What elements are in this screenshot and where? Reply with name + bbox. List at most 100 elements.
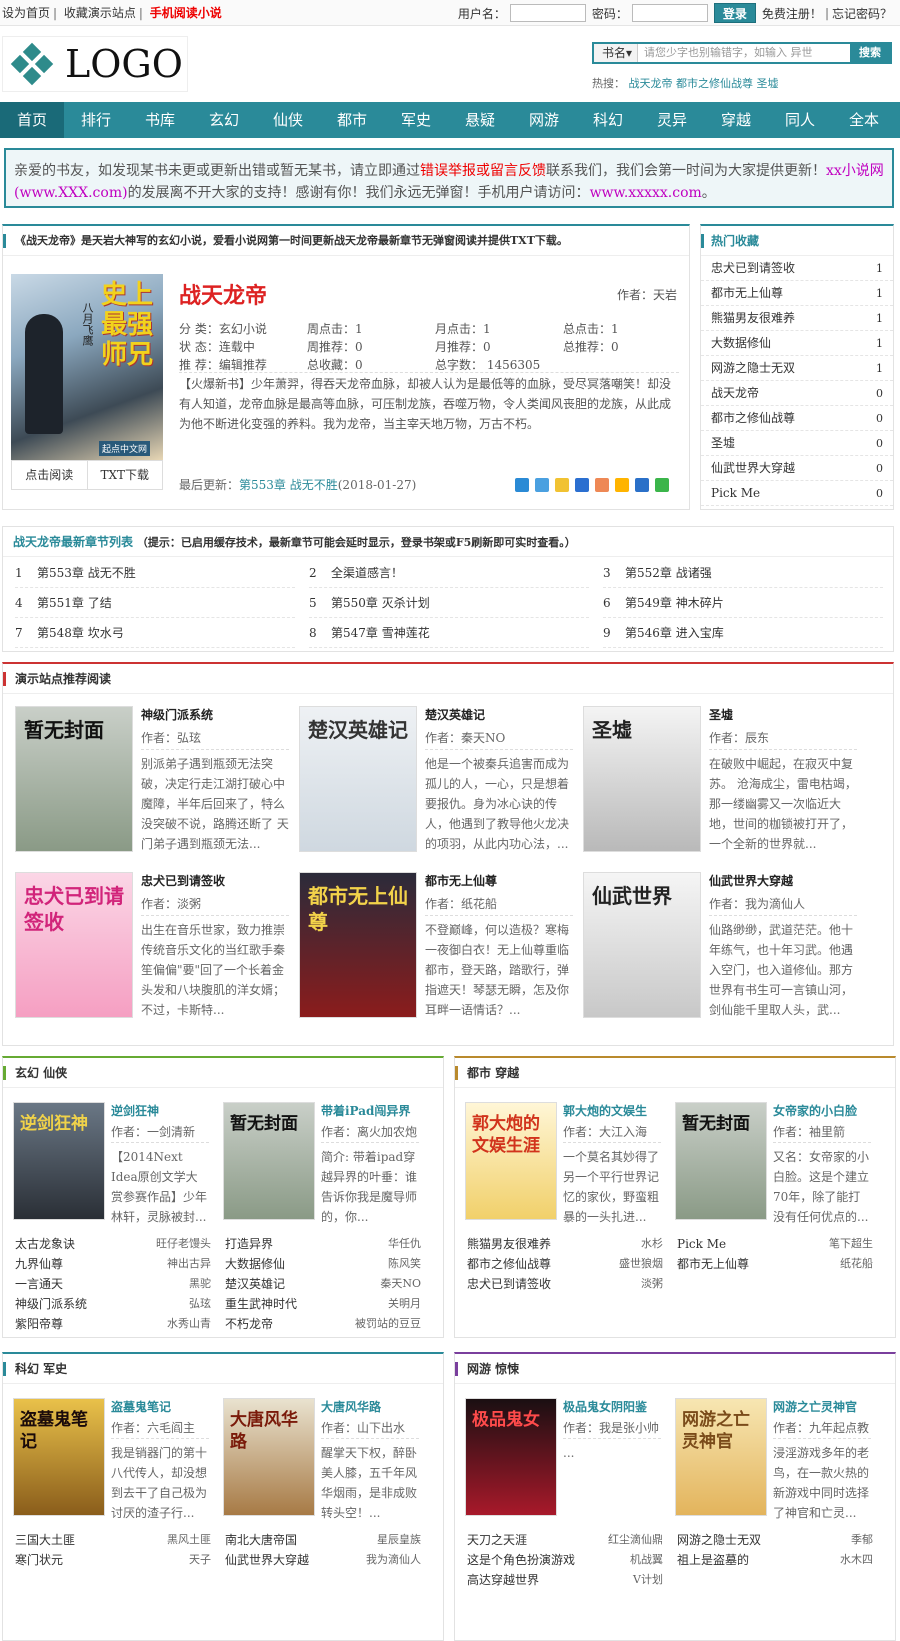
hot-favorite-name[interactable]: 圣墟 (711, 431, 735, 455)
book-name[interactable]: 忠犬已到请签收 (141, 872, 289, 889)
nav-item[interactable]: 书库 (128, 102, 192, 138)
search-type-select[interactable]: 书名▾ (594, 44, 638, 62)
book-name[interactable]: 仙武世界大穿越 (709, 872, 857, 889)
password-input[interactable] (631, 4, 708, 22)
list-book-link[interactable]: 楚汉英雄记 (225, 1274, 285, 1294)
book-cover[interactable]: 史上最强师兄 八月飞鹰 起点中文网 (11, 274, 163, 460)
book-cover[interactable]: 大唐风华路 (223, 1398, 315, 1516)
txt-download-button[interactable]: TXT下载 (88, 461, 163, 489)
hot-favorite-item[interactable]: 仙武世界大穿越 0 (701, 456, 893, 481)
hot-favorite-item[interactable]: 圣墟 0 (701, 431, 893, 456)
share-wechat-icon[interactable] (655, 478, 669, 492)
hot-favorite-name[interactable]: 战天龙帝 (711, 381, 759, 405)
chapter-link[interactable]: 第546章 进入宝库 (625, 626, 724, 640)
hot-favorite-name[interactable]: 忠犬已到请签收 (711, 256, 795, 280)
chapter-item[interactable]: 3 第552章 战诸强 (603, 559, 883, 588)
username-input[interactable] (509, 4, 586, 22)
mobile-read-link[interactable]: 手机阅读小说 (150, 6, 222, 20)
nav-item[interactable]: 排行 (64, 102, 128, 138)
book-name[interactable]: 女帝家的小白脸 (773, 1102, 871, 1119)
list-book-link[interactable]: 紫阳帝尊 (15, 1314, 63, 1334)
chapter-link[interactable]: 第550章 灭杀计划 (331, 596, 430, 610)
nav-item[interactable]: 悬疑 (448, 102, 512, 138)
nav-item[interactable]: 都市 (320, 102, 384, 138)
book-name[interactable]: 逆剑狂神 (111, 1102, 209, 1119)
search-button[interactable]: 搜索 (850, 44, 890, 62)
favorite-site-link[interactable]: 收藏演示站点 (64, 6, 136, 20)
list-book-link[interactable]: 高达穿越世界 (467, 1570, 539, 1590)
chapter-item[interactable]: 7 第548章 坎水弓 (15, 619, 295, 648)
hot-favorite-item[interactable]: 网游之隐士无双 1 (701, 356, 893, 381)
hot-search-item[interactable]: 圣墟 (757, 77, 779, 90)
share-baidu-icon[interactable] (575, 478, 589, 492)
nav-item[interactable]: 首页 (0, 102, 64, 138)
share-qq-icon[interactable] (555, 478, 569, 492)
book-cover[interactable]: 逆剑狂神 (13, 1102, 105, 1220)
book-name[interactable]: 极品鬼女阴阳鉴 (563, 1398, 661, 1415)
chapter-link[interactable]: 全渠道感言！ (331, 566, 403, 580)
book-name[interactable]: 网游之亡灵神官 (773, 1398, 871, 1415)
list-book-link[interactable]: 南北大唐帝国 (225, 1530, 297, 1550)
nav-item[interactable]: 仙侠 (256, 102, 320, 138)
nav-item[interactable]: 全本 (832, 102, 896, 138)
chapter-link[interactable]: 第553章 战无不胜 (37, 566, 136, 580)
set-home-link[interactable]: 设为首页 (2, 6, 50, 20)
hot-favorite-name[interactable]: 仙武世界大穿越 (711, 456, 795, 480)
chapter-item[interactable]: 1 第553章 战无不胜 (15, 559, 295, 588)
hot-favorite-name[interactable]: 都市无上仙尊 (711, 281, 783, 305)
mobile-url-link[interactable]: www.xxxxx.com (590, 185, 702, 201)
list-book-link[interactable]: 网游之隐士无双 (677, 1530, 761, 1550)
list-book-link[interactable]: 不朽龙帝 (225, 1314, 273, 1334)
hot-favorite-item[interactable]: 都市无上仙尊 1 (701, 281, 893, 306)
chapter-link[interactable]: 第551章 了结 (37, 596, 112, 610)
site-logo[interactable]: LOGO (2, 36, 188, 92)
book-cover[interactable]: 圣墟 (583, 706, 701, 852)
report-link[interactable]: 错误举报或留言反馈 (420, 163, 546, 179)
list-book-link[interactable]: 都市无上仙尊 (677, 1254, 749, 1274)
book-name[interactable]: 楚汉英雄记 (425, 706, 573, 723)
chapter-item[interactable]: 5 第550章 灭杀计划 (309, 589, 589, 618)
share-plus-icon[interactable] (515, 478, 529, 492)
chapter-link[interactable]: 第552章 战诸强 (625, 566, 712, 580)
book-cover[interactable]: 暂无封面 (15, 706, 133, 852)
list-book-link[interactable]: 打造异界 (225, 1234, 273, 1254)
book-name[interactable]: 盗墓鬼笔记 (111, 1398, 209, 1415)
list-book-link[interactable]: 祖上是盗墓的 (677, 1550, 749, 1570)
book-name[interactable]: 神级门派系统 (141, 706, 289, 723)
list-book-link[interactable]: 都市之修仙战尊 (467, 1254, 551, 1274)
hot-favorite-item[interactable]: 熊猫男友很难养 1 (701, 306, 893, 331)
chapter-link[interactable]: 第547章 雪神莲花 (331, 626, 430, 640)
chapter-item[interactable]: 2 全渠道感言！ (309, 559, 589, 588)
hot-favorite-name[interactable]: Pick Me (711, 481, 760, 505)
forgot-password-link[interactable]: 忘记密码？ (832, 5, 892, 22)
list-book-link[interactable]: 太古龙象诀 (15, 1234, 75, 1254)
chapter-item[interactable]: 9 第546章 进入宝库 (603, 619, 883, 648)
list-book-link[interactable]: 大数据修仙 (225, 1254, 285, 1274)
nav-item[interactable]: 穿越 (704, 102, 768, 138)
read-button[interactable]: 点击阅读 (12, 461, 88, 489)
book-cover[interactable]: 忠犬已到请签收 (15, 872, 133, 1018)
hot-favorite-name[interactable]: 网游之隐士无双 (711, 356, 795, 380)
share-renren-icon[interactable] (635, 478, 649, 492)
book-name[interactable]: 圣墟 (709, 706, 857, 723)
hot-favorite-item[interactable]: Pick Me 0 (701, 481, 893, 506)
chapter-item[interactable]: 6 第549章 神木碎片 (603, 589, 883, 618)
search-input[interactable]: 请您少字也别输错字，如输入 异世 (638, 44, 850, 62)
nav-item[interactable]: 科幻 (576, 102, 640, 138)
book-cover[interactable]: 楚汉英雄记 (299, 706, 417, 852)
list-book-link[interactable]: Pick Me (677, 1234, 726, 1254)
chapter-link[interactable]: 第549章 神木碎片 (625, 596, 724, 610)
hot-favorite-name[interactable]: 大数据修仙 (711, 331, 771, 355)
book-cover[interactable]: 网游之亡灵神官 (675, 1398, 767, 1516)
book-cover[interactable]: 郭大炮的文娱生涯 (465, 1102, 557, 1220)
list-book-link[interactable]: 熊猫男友很难养 (467, 1234, 551, 1254)
hot-favorite-item[interactable]: 战天龙帝 0 (701, 381, 893, 406)
nav-item[interactable]: 玄幻 (192, 102, 256, 138)
hot-favorite-item[interactable]: 忠犬已到请签收 1 (701, 256, 893, 281)
chapter-link[interactable]: 第548章 坎水弓 (37, 626, 124, 640)
chapter-item[interactable]: 4 第551章 了结 (15, 589, 295, 618)
list-book-link[interactable]: 仙武世界大穿越 (225, 1550, 309, 1570)
list-book-link[interactable]: 这是个角色扮演游戏 (467, 1550, 575, 1570)
book-cover[interactable]: 盗墓鬼笔记 (13, 1398, 105, 1516)
nav-item[interactable]: 网游 (512, 102, 576, 138)
